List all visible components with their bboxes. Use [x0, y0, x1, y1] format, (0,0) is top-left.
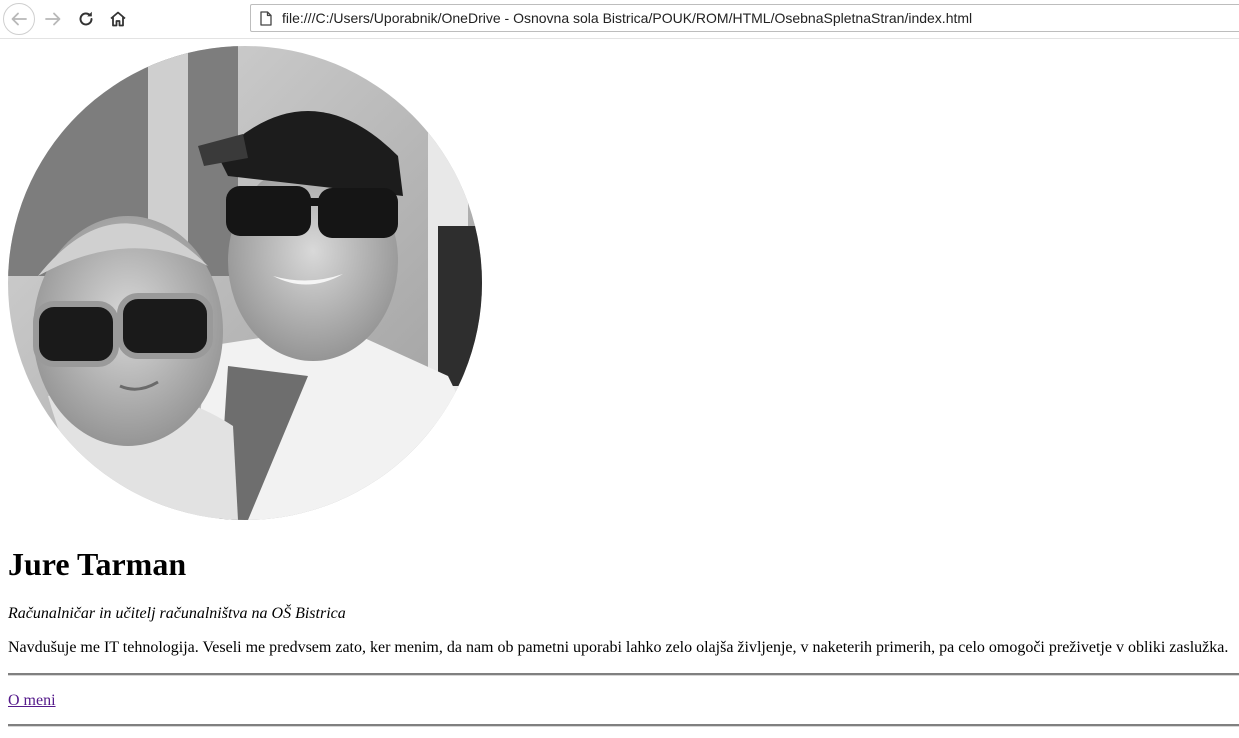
back-button[interactable] [3, 3, 35, 35]
about-me-link[interactable]: O meni [8, 692, 56, 710]
arrow-left-icon [11, 12, 27, 26]
reload-icon [79, 11, 93, 26]
address-bar[interactable]: file:///C:/Users/Uporabnik/OneDrive - Os… [250, 4, 1239, 32]
divider-top [8, 673, 1239, 676]
forward-button[interactable] [37, 3, 69, 35]
profile-bio: Navdušuje me IT tehnologija. Veseli me p… [8, 639, 1229, 656]
home-button[interactable] [102, 3, 134, 35]
browser-toolbar: file:///C:/Users/Uporabnik/OneDrive - Os… [0, 0, 1239, 39]
profile-name: Jure Tarman [8, 546, 187, 582]
home-icon [110, 11, 126, 27]
page-icon [259, 10, 273, 26]
profile-subtitle: Računalničar in učitelj računalništva na… [8, 605, 346, 622]
profile-photo [8, 46, 482, 520]
url-text: file:///C:/Users/Uporabnik/OneDrive - Os… [282, 10, 973, 26]
reload-button[interactable] [70, 3, 102, 35]
divider-bottom [8, 724, 1239, 727]
arrow-right-icon [45, 12, 61, 26]
